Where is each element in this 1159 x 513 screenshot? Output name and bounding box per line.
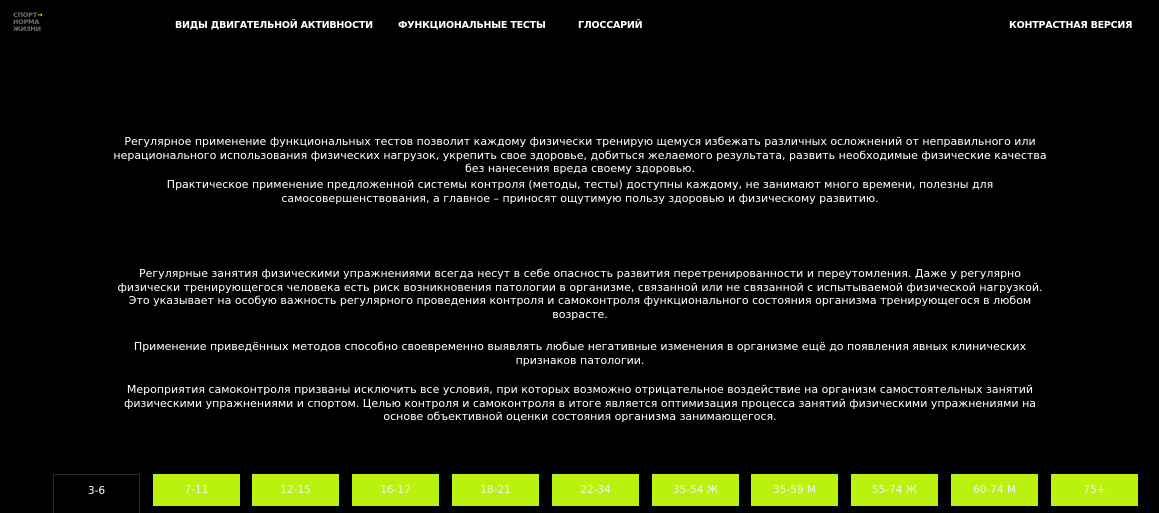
age-tab[interactable]: 3-6 — [53, 474, 140, 513]
age-tab[interactable]: 35-54 Ж — [652, 474, 739, 506]
age-tab[interactable]: 55-74 Ж — [851, 474, 938, 506]
age-tab[interactable]: 16-17 — [352, 474, 439, 506]
site-logo[interactable]: СПОРТ→ НОРМА ЖИЗНИ — [13, 12, 47, 33]
body-paragraph-3: Мероприятия самоконтроля призваны исключ… — [123, 383, 1036, 423]
age-tab[interactable]: 35-59 М — [751, 474, 838, 506]
nav-link-glossary[interactable]: ГЛОССАРИЙ — [578, 20, 643, 31]
intro-paragraph-1: Регулярное применение функциональных тес… — [113, 135, 1047, 175]
age-group-tabs: 3-6 7-11 12-15 16-17 18-21 22-34 35-54 Ж 35-59 … — [53, 474, 1146, 513]
nav-link-functional-tests[interactable]: ФУНКЦИОНАЛЬНЫЕ ТЕСТЫ — [398, 20, 546, 31]
body-paragraph-1: Регулярные занятия физическими упражнени… — [117, 267, 1043, 321]
intro-paragraph-2: Практическое применение предложенной сис… — [166, 178, 994, 205]
nav-link-activity-types[interactable]: ВИДЫ ДВИГАТЕЛЬНОЙ АКТИВНОСТИ — [175, 20, 373, 31]
nav-link-contrast-version[interactable]: КОНТРАСТНАЯ ВЕРСИЯ — [1009, 20, 1132, 31]
age-tab[interactable]: 12-15 — [252, 474, 339, 506]
page: СПОРТ→ НОРМА ЖИЗНИ ВИДЫ ДВИГАТЕЛЬНОЙ АКТ… — [0, 0, 1159, 513]
age-tab[interactable]: 75+ — [1051, 474, 1138, 506]
age-tab[interactable]: 7-11 — [153, 474, 240, 506]
age-tab[interactable]: 22-34 — [552, 474, 639, 506]
age-tab[interactable]: 18-21 — [452, 474, 539, 506]
logo-line-3: ЖИЗНИ — [13, 25, 41, 33]
body-paragraph-2: Применение приведённых методов способно … — [133, 340, 1027, 367]
age-tab[interactable]: 60-74 М — [951, 474, 1038, 506]
